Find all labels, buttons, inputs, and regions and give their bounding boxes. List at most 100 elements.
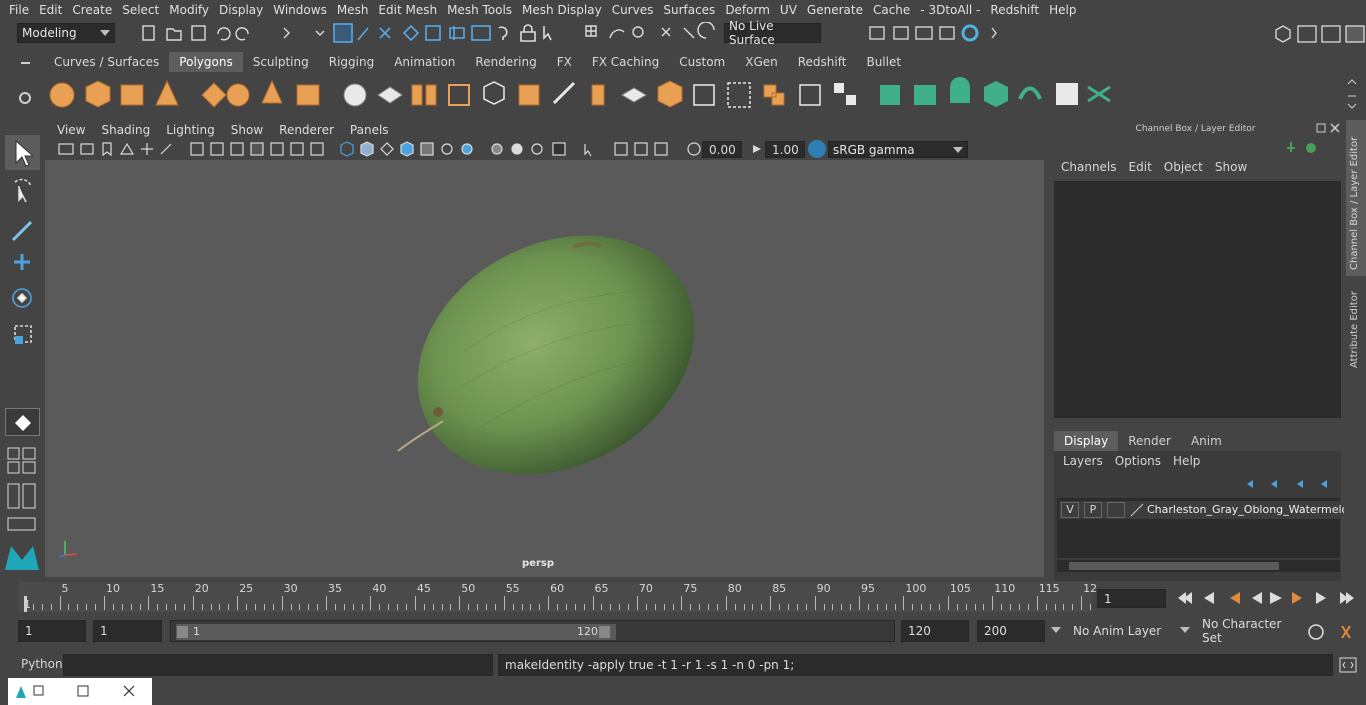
layer-scrollbar[interactable]: [1057, 560, 1340, 572]
layer-menu-options[interactable]: Options: [1109, 454, 1167, 472]
range-slider-end-handle[interactable]: [599, 626, 610, 638]
tab-anim[interactable]: Anim: [1181, 431, 1232, 451]
select-tool-button[interactable]: [5, 135, 40, 170]
shelf-menu-icon[interactable]: [15, 56, 35, 70]
range-slider-start-handle[interactable]: [177, 626, 188, 638]
menu-surfaces[interactable]: Surfaces: [658, 3, 720, 17]
menu-redshift[interactable]: Redshift: [985, 3, 1044, 17]
gamma-icon[interactable]: [749, 141, 765, 157]
menu-generate[interactable]: Generate: [802, 3, 868, 17]
playback-controls[interactable]: [1172, 589, 1362, 607]
playback-start-field[interactable]: 1: [93, 620, 162, 642]
menu-edit-mesh[interactable]: Edit Mesh: [373, 3, 442, 17]
layout-buttons[interactable]: [5, 446, 40, 536]
tab-curves-surfaces[interactable]: Curves / Surfaces: [44, 52, 169, 72]
viewport-menu-shading[interactable]: Shading: [93, 123, 158, 137]
viewport-menu-renderer[interactable]: Renderer: [271, 123, 342, 137]
layer-menu-layers[interactable]: Layers: [1057, 454, 1109, 472]
channel-menu-show[interactable]: Show: [1209, 160, 1253, 176]
tab-render[interactable]: Render: [1118, 431, 1181, 451]
tab-fx[interactable]: FX: [547, 52, 582, 72]
channel-box-icons[interactable]: [1285, 140, 1325, 156]
channel-menu-object[interactable]: Object: [1158, 160, 1209, 176]
viewport-menu-show[interactable]: Show: [223, 123, 271, 137]
layer-visibility-toggle[interactable]: V: [1061, 502, 1079, 518]
character-set-dropdown[interactable]: No Character Set: [1196, 617, 1300, 645]
menu-mesh-tools[interactable]: Mesh Tools: [442, 3, 517, 17]
range-slider[interactable]: 1 120: [170, 620, 895, 642]
workspace-tools[interactable]: [1270, 22, 1366, 44]
menu-mesh[interactable]: Mesh: [332, 3, 374, 17]
mode-dropdown[interactable]: Modeling: [17, 23, 115, 43]
menu-curves[interactable]: Curves: [607, 3, 659, 17]
perspective-viewport[interactable]: persp: [45, 121, 1044, 577]
snap-tools[interactable]: [580, 22, 720, 44]
viewport-menu-view[interactable]: View: [49, 123, 93, 137]
tab-rendering[interactable]: Rendering: [465, 52, 546, 72]
tab-display[interactable]: Display: [1054, 431, 1119, 451]
playback-end-field[interactable]: 120: [901, 620, 969, 642]
layer-playback-toggle[interactable]: P: [1084, 502, 1102, 518]
tab-xgen[interactable]: XGen: [735, 52, 788, 72]
layer-color-icon[interactable]: [1129, 502, 1145, 518]
chevron-down-icon[interactable]: [1180, 627, 1190, 633]
tab-rigging[interactable]: Rigging: [319, 52, 384, 72]
exposure-icon[interactable]: [686, 141, 702, 157]
channel-menu-edit[interactable]: Edit: [1123, 160, 1158, 176]
render-tools[interactable]: [864, 22, 1004, 44]
attribute-editor-side-tab[interactable]: Attribute Editor: [1346, 282, 1366, 372]
panel-window-controls[interactable]: [1315, 122, 1341, 136]
live-surface-field[interactable]: No Live Surface: [724, 19, 821, 47]
menu-3dtoall[interactable]: - 3DtoAll -: [915, 3, 985, 17]
exposure-field[interactable]: 0.00: [702, 141, 742, 158]
script-editor-icon[interactable]: [1338, 656, 1358, 674]
menu-uv[interactable]: UV: [775, 3, 802, 17]
tab-fx-caching[interactable]: FX Caching: [582, 52, 669, 72]
menu-help[interactable]: Help: [1044, 3, 1081, 17]
transform-tools[interactable]: [5, 174, 40, 394]
range-slider-bar[interactable]: [176, 624, 616, 640]
file-tools[interactable]: [126, 22, 356, 44]
channel-menu-channels[interactable]: Channels: [1055, 160, 1123, 176]
shelf-settings-icon[interactable]: [15, 88, 35, 108]
viewport-menu-panels[interactable]: Panels: [342, 123, 397, 137]
menu-cache[interactable]: Cache: [868, 3, 915, 17]
layer-row[interactable]: V P Charleston_Gray_Oblong_Watermelo: [1059, 501, 1348, 519]
channel-box-side-tab[interactable]: Channel Box / Layer Editor: [1346, 120, 1366, 276]
menu-display[interactable]: Display: [214, 3, 268, 17]
end-time-field[interactable]: 200: [977, 620, 1045, 642]
soft-select-button[interactable]: [5, 408, 40, 436]
menu-file[interactable]: File: [4, 3, 34, 17]
menu-modify[interactable]: Modify: [164, 3, 214, 17]
color-management-icon[interactable]: [808, 140, 826, 158]
menu-mesh-display[interactable]: Mesh Display: [517, 3, 607, 17]
tab-bullet[interactable]: Bullet: [856, 52, 911, 72]
panel-toolbar-icons[interactable]: [45, 139, 698, 160]
layer-type-toggle[interactable]: [1107, 502, 1125, 518]
current-frame-field[interactable]: 1: [1097, 589, 1166, 608]
scrollbar-thumb[interactable]: [1069, 562, 1279, 570]
tab-animation[interactable]: Animation: [384, 52, 465, 72]
select-mask-tools[interactable]: [332, 22, 562, 44]
gamma-field[interactable]: 1.00: [765, 141, 805, 158]
layer-menu-help[interactable]: Help: [1167, 454, 1206, 472]
time-slider[interactable]: 5 10 15 20 25 30 35 40 45 50 55 60 65 70 75 80 85 90 95 100…: [18, 582, 1097, 612]
command-input[interactable]: [63, 654, 493, 676]
shelf-icons[interactable]: [44, 73, 1340, 117]
script-language-label[interactable]: Python: [21, 657, 63, 671]
tab-sculpting[interactable]: Sculpting: [243, 52, 319, 72]
menu-edit[interactable]: Edit: [34, 3, 67, 17]
start-time-field[interactable]: 1: [18, 620, 86, 642]
menu-create[interactable]: Create: [67, 3, 117, 17]
tab-custom[interactable]: Custom: [669, 52, 735, 72]
chevron-down-icon[interactable]: [1051, 627, 1061, 633]
layer-buttons[interactable]: [1243, 476, 1335, 492]
tab-polygons[interactable]: Polygons: [169, 52, 243, 72]
anim-layer-dropdown[interactable]: No Anim Layer: [1067, 620, 1173, 642]
tab-redshift[interactable]: Redshift: [788, 52, 857, 72]
menu-deform[interactable]: Deform: [720, 3, 775, 17]
channel-list[interactable]: [1054, 181, 1341, 418]
menu-select[interactable]: Select: [117, 3, 164, 17]
menu-windows[interactable]: Windows: [268, 3, 332, 17]
shelf-scroll[interactable]: [1344, 76, 1360, 112]
